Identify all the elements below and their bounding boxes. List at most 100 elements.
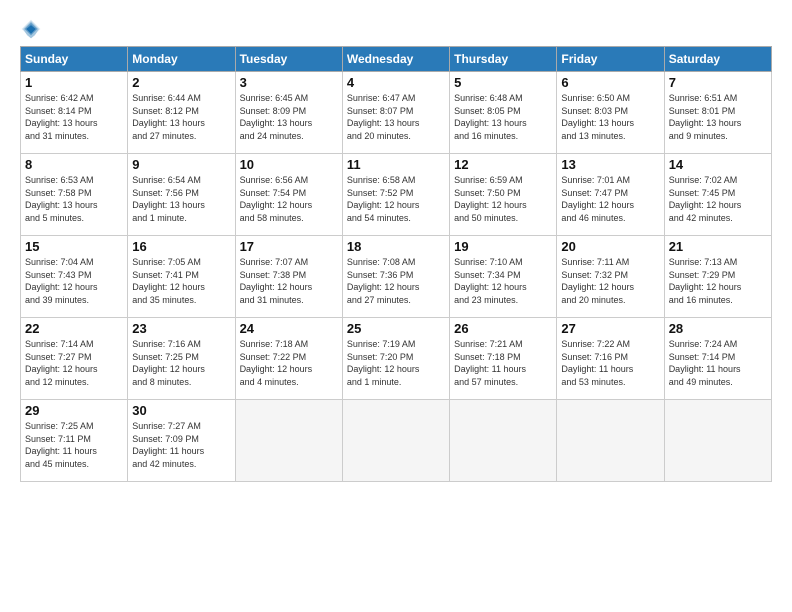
day-number: 14 [669, 157, 767, 172]
cell-info: Sunrise: 7:27 AM Sunset: 7:09 PM Dayligh… [132, 420, 230, 470]
day-number: 5 [454, 75, 552, 90]
calendar-cell: 13 Sunrise: 7:01 AM Sunset: 7:47 PM Dayli… [557, 154, 664, 236]
calendar-cell: 12 Sunrise: 6:59 AM Sunset: 7:50 PM Dayli… [450, 154, 557, 236]
calendar-cell: 28 Sunrise: 7:24 AM Sunset: 7:14 PM Dayli… [664, 318, 771, 400]
cell-info: Sunrise: 6:48 AM Sunset: 8:05 PM Dayligh… [454, 92, 552, 142]
day-number: 10 [240, 157, 338, 172]
calendar-cell: 6Sunrise: 6:50 AM Sunset: 8:03 PM Daylig… [557, 72, 664, 154]
cell-info: Sunrise: 7:10 AM Sunset: 7:34 PM Dayligh… [454, 256, 552, 306]
calendar-cell [557, 400, 664, 482]
calendar-cell: 14 Sunrise: 7:02 AM Sunset: 7:45 PM Dayli… [664, 154, 771, 236]
header-row: Sunday Monday Tuesday Wednesday Thursday… [21, 47, 772, 72]
cell-info: Sunrise: 6:59 AM Sunset: 7:50 PM Dayligh… [454, 174, 552, 224]
day-number: 22 [25, 321, 123, 336]
cell-info: Sunrise: 7:02 AM Sunset: 7:45 PM Dayligh… [669, 174, 767, 224]
col-tuesday: Tuesday [235, 47, 342, 72]
day-number: 23 [132, 321, 230, 336]
calendar-cell [664, 400, 771, 482]
calendar-cell: 30 Sunrise: 7:27 AM Sunset: 7:09 PM Dayli… [128, 400, 235, 482]
day-number: 24 [240, 321, 338, 336]
calendar-cell: 15Sunrise: 7:04 AM Sunset: 7:43 PM Dayli… [21, 236, 128, 318]
calendar-cell: 27 Sunrise: 7:22 AM Sunset: 7:16 PM Dayli… [557, 318, 664, 400]
day-number: 26 [454, 321, 552, 336]
calendar-cell: 1 Sunrise: 6:42 AM Sunset: 8:14 PM Daylig… [21, 72, 128, 154]
cell-info: Sunrise: 6:54 AM Sunset: 7:56 PM Dayligh… [132, 174, 230, 224]
cell-info: Sunrise: 7:21 AM Sunset: 7:18 PM Dayligh… [454, 338, 552, 388]
cell-info: Sunrise: 6:44 AM Sunset: 8:12 PM Dayligh… [132, 92, 230, 142]
page: Sunday Monday Tuesday Wednesday Thursday… [0, 0, 792, 492]
day-number: 7 [669, 75, 767, 90]
calendar-cell: 19 Sunrise: 7:10 AM Sunset: 7:34 PM Dayli… [450, 236, 557, 318]
calendar-cell [235, 400, 342, 482]
col-monday: Monday [128, 47, 235, 72]
cell-info: Sunrise: 7:13 AM Sunset: 7:29 PM Dayligh… [669, 256, 767, 306]
calendar-cell: 21 Sunrise: 7:13 AM Sunset: 7:29 PM Dayli… [664, 236, 771, 318]
calendar-cell: 2 Sunrise: 6:44 AM Sunset: 8:12 PM Daylig… [128, 72, 235, 154]
cell-info: Sunrise: 7:16 AM Sunset: 7:25 PM Dayligh… [132, 338, 230, 388]
cell-info: Sunrise: 7:11 AM Sunset: 7:32 PM Dayligh… [561, 256, 659, 306]
calendar-cell: 7 Sunrise: 6:51 AM Sunset: 8:01 PM Daylig… [664, 72, 771, 154]
cell-info: Sunrise: 6:45 AM Sunset: 8:09 PM Dayligh… [240, 92, 338, 142]
day-number: 25 [347, 321, 445, 336]
day-number: 13 [561, 157, 659, 172]
cell-info: Sunrise: 6:51 AM Sunset: 8:01 PM Dayligh… [669, 92, 767, 142]
day-number: 29 [25, 403, 123, 418]
week-row-0: 1 Sunrise: 6:42 AM Sunset: 8:14 PM Daylig… [21, 72, 772, 154]
calendar-cell: 9Sunrise: 6:54 AM Sunset: 7:56 PM Daylig… [128, 154, 235, 236]
cell-info: Sunrise: 6:42 AM Sunset: 8:14 PM Dayligh… [25, 92, 123, 142]
cell-info: Sunrise: 7:01 AM Sunset: 7:47 PM Dayligh… [561, 174, 659, 224]
calendar-cell: 23 Sunrise: 7:16 AM Sunset: 7:25 PM Dayli… [128, 318, 235, 400]
cell-info: Sunrise: 7:07 AM Sunset: 7:38 PM Dayligh… [240, 256, 338, 306]
day-number: 2 [132, 75, 230, 90]
day-number: 30 [132, 403, 230, 418]
cell-info: Sunrise: 7:05 AM Sunset: 7:41 PM Dayligh… [132, 256, 230, 306]
cell-info: Sunrise: 7:18 AM Sunset: 7:22 PM Dayligh… [240, 338, 338, 388]
cell-info: Sunrise: 7:25 AM Sunset: 7:11 PM Dayligh… [25, 420, 123, 470]
calendar-cell: 4 Sunrise: 6:47 AM Sunset: 8:07 PM Daylig… [342, 72, 449, 154]
day-number: 15 [25, 239, 123, 254]
day-number: 20 [561, 239, 659, 254]
cell-info: Sunrise: 7:24 AM Sunset: 7:14 PM Dayligh… [669, 338, 767, 388]
cell-info: Sunrise: 7:08 AM Sunset: 7:36 PM Dayligh… [347, 256, 445, 306]
calendar-cell: 11Sunrise: 6:58 AM Sunset: 7:52 PM Dayli… [342, 154, 449, 236]
col-friday: Friday [557, 47, 664, 72]
day-number: 3 [240, 75, 338, 90]
calendar-cell: 29 Sunrise: 7:25 AM Sunset: 7:11 PM Dayli… [21, 400, 128, 482]
cell-info: Sunrise: 7:19 AM Sunset: 7:20 PM Dayligh… [347, 338, 445, 388]
cell-info: Sunrise: 7:14 AM Sunset: 7:27 PM Dayligh… [25, 338, 123, 388]
week-row-2: 15Sunrise: 7:04 AM Sunset: 7:43 PM Dayli… [21, 236, 772, 318]
col-wednesday: Wednesday [342, 47, 449, 72]
week-row-1: 8Sunrise: 6:53 AM Sunset: 7:58 PM Daylig… [21, 154, 772, 236]
calendar-cell: 25 Sunrise: 7:19 AM Sunset: 7:20 PM Dayli… [342, 318, 449, 400]
calendar-cell [342, 400, 449, 482]
day-number: 19 [454, 239, 552, 254]
day-number: 16 [132, 239, 230, 254]
day-number: 8 [25, 157, 123, 172]
calendar-cell: 24 Sunrise: 7:18 AM Sunset: 7:22 PM Dayli… [235, 318, 342, 400]
calendar-table: Sunday Monday Tuesday Wednesday Thursday… [20, 46, 772, 482]
calendar-cell: 10 Sunrise: 6:56 AM Sunset: 7:54 PM Dayli… [235, 154, 342, 236]
col-sunday: Sunday [21, 47, 128, 72]
day-number: 27 [561, 321, 659, 336]
cell-info: Sunrise: 6:50 AM Sunset: 8:03 PM Dayligh… [561, 92, 659, 142]
calendar-cell: 3 Sunrise: 6:45 AM Sunset: 8:09 PM Daylig… [235, 72, 342, 154]
calendar-cell: 18 Sunrise: 7:08 AM Sunset: 7:36 PM Dayli… [342, 236, 449, 318]
day-number: 28 [669, 321, 767, 336]
calendar-cell: 16 Sunrise: 7:05 AM Sunset: 7:41 PM Dayli… [128, 236, 235, 318]
logo [20, 18, 46, 40]
calendar-cell: 17Sunrise: 7:07 AM Sunset: 7:38 PM Dayli… [235, 236, 342, 318]
header [20, 18, 772, 40]
cell-info: Sunrise: 6:47 AM Sunset: 8:07 PM Dayligh… [347, 92, 445, 142]
logo-icon [20, 18, 42, 40]
calendar-cell [450, 400, 557, 482]
day-number: 1 [25, 75, 123, 90]
week-row-4: 29 Sunrise: 7:25 AM Sunset: 7:11 PM Dayli… [21, 400, 772, 482]
day-number: 18 [347, 239, 445, 254]
cell-info: Sunrise: 7:22 AM Sunset: 7:16 PM Dayligh… [561, 338, 659, 388]
calendar-cell: 26 Sunrise: 7:21 AM Sunset: 7:18 PM Dayli… [450, 318, 557, 400]
col-thursday: Thursday [450, 47, 557, 72]
cell-info: Sunrise: 6:56 AM Sunset: 7:54 PM Dayligh… [240, 174, 338, 224]
day-number: 21 [669, 239, 767, 254]
day-number: 4 [347, 75, 445, 90]
day-number: 12 [454, 157, 552, 172]
